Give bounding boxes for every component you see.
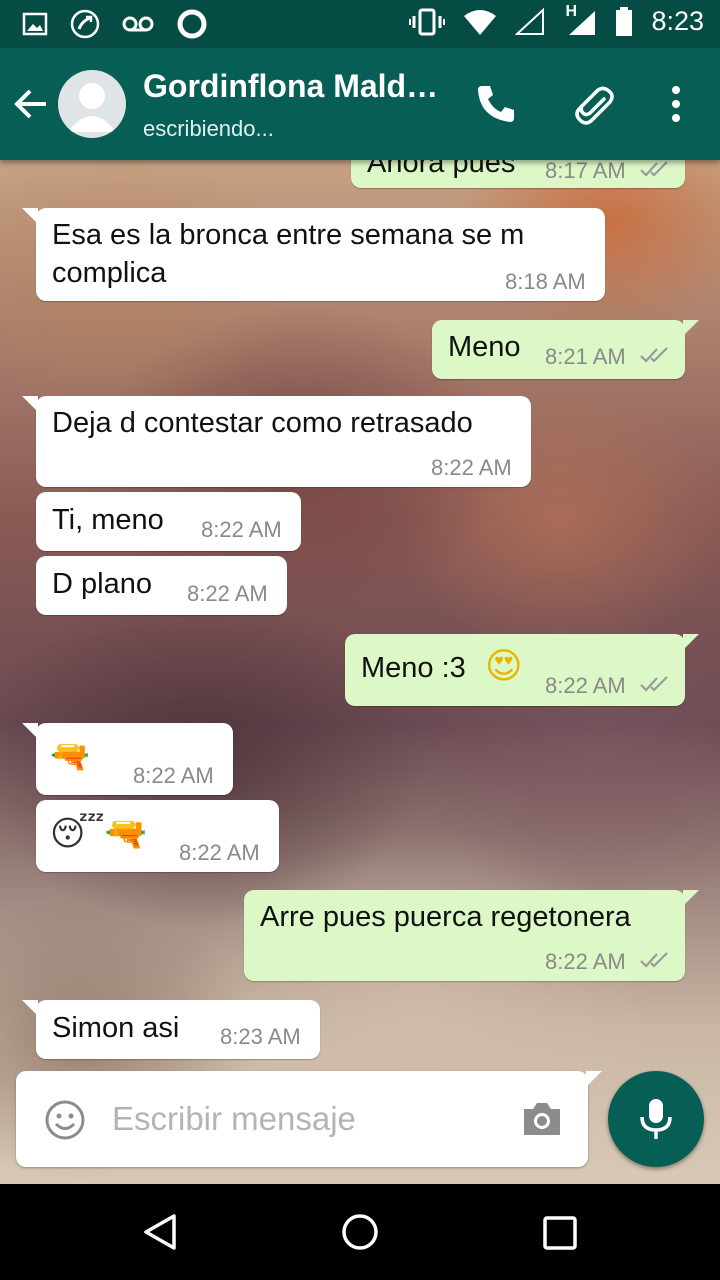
smiley-icon: [45, 1100, 85, 1140]
battery-icon: [616, 6, 633, 36]
message-incoming[interactable]: Ti, meno 8:22 AM: [36, 492, 301, 551]
double-check-icon: [640, 676, 668, 692]
sleeping-pistol-emoji: 😴🔫: [50, 814, 147, 854]
message-outgoing[interactable]: Arre pues puerca regetonera 8:22 AM: [244, 890, 699, 981]
attach-button[interactable]: [568, 80, 616, 128]
square-recents-icon: [543, 1216, 577, 1250]
double-check-icon: [640, 347, 668, 363]
camera-icon: [524, 1103, 560, 1135]
nav-recents-button[interactable]: [541, 1214, 579, 1252]
double-check-icon: [640, 952, 668, 968]
message-time: 8:22 AM: [133, 763, 214, 788]
hspa-signal: H: [563, 3, 597, 37]
more-vertical-icon: [672, 86, 680, 122]
message-incoming[interactable]: D plano 8:22 AM: [36, 556, 287, 615]
paperclip-icon: [575, 86, 614, 125]
bubble-tail: [22, 723, 38, 739]
message-text: Simon asi: [52, 1012, 180, 1044]
phone-icon: [478, 86, 514, 122]
ring-icon: [177, 9, 207, 39]
voice-record-button[interactable]: [608, 1071, 704, 1167]
arrow-left-icon: [14, 89, 46, 119]
chat-header: Gordinflona Mald… escribiendo...: [0, 48, 720, 160]
message-time: 8:22 AM: [545, 673, 626, 698]
triangle-back-icon: [144, 1214, 176, 1250]
message-time: 8:22 AM: [201, 517, 282, 542]
message-incoming[interactable]: Esa es la bronca entre semana se m compl…: [22, 208, 605, 301]
heart-eyes-emoji: 😍: [485, 646, 523, 687]
signal-outline-icon: [515, 7, 545, 35]
emoji-button[interactable]: [44, 1099, 86, 1141]
contact-status: escribiendo...: [143, 116, 274, 141]
message-list[interactable]: Ahora pues 8:17 AM Esa es la bronca entr…: [0, 160, 720, 1184]
nav-back-button[interactable]: [140, 1212, 180, 1252]
message-time: 8:21 AM: [545, 344, 626, 369]
message-incoming[interactable]: Simon asi 8:23 AM: [22, 1000, 320, 1059]
message-text: Meno: [448, 331, 521, 363]
circle-home-icon: [342, 1214, 378, 1250]
message-text: complica: [52, 257, 167, 289]
message-text: Esa es la bronca entre semana se m: [52, 219, 525, 251]
status-bar: H 8:23: [0, 0, 720, 48]
missed-call-icon: [70, 9, 100, 39]
bubble-tail: [683, 634, 699, 650]
gallery-icon: [22, 12, 48, 36]
message-incoming[interactable]: 🔫 8:22 AM: [22, 723, 233, 795]
camera-button[interactable]: [520, 1099, 564, 1139]
message-input[interactable]: [112, 1097, 492, 1141]
message-time: 8:18 AM: [505, 269, 586, 294]
message-incoming[interactable]: Deja d contestar como retrasado 8:22 AM: [22, 396, 531, 487]
back-button[interactable]: [12, 84, 52, 124]
message-text: Ti, meno: [52, 504, 164, 536]
signal-icon: [569, 10, 596, 35]
default-avatar-icon: [68, 83, 116, 132]
message-outgoing[interactable]: Meno 8:21 AM: [432, 320, 699, 379]
contact-avatar[interactable]: [58, 70, 126, 138]
status-time: 8:23: [651, 6, 704, 36]
overflow-menu-button[interactable]: [660, 82, 692, 126]
message-incoming[interactable]: 😴🔫 8:22 AM: [36, 800, 279, 872]
bubble-tail: [22, 1000, 38, 1016]
bubble-tail: [683, 320, 699, 336]
voicemail-icon: [122, 16, 154, 32]
system-navigation-bar: [0, 1184, 720, 1280]
message-outgoing[interactable]: Meno :3 😍 8:22 AM: [345, 634, 699, 706]
voice-call-button[interactable]: [474, 82, 518, 126]
message-text: Arre pues puerca regetonera: [260, 901, 631, 933]
message-time: 8:23 AM: [220, 1024, 301, 1049]
composer-tail: [586, 1071, 602, 1087]
message-text: Meno :3: [361, 652, 466, 684]
double-check-icon: [640, 161, 668, 177]
message-time: 8:17 AM: [545, 160, 626, 183]
message-time: 8:22 AM: [179, 840, 260, 865]
message-text: Deja d contestar como retrasado: [52, 407, 473, 439]
message-composer: [16, 1071, 602, 1167]
vibrate-icon: [409, 8, 446, 35]
pistol-emoji: 🔫: [50, 737, 90, 775]
message-text: Ahora pues: [367, 160, 516, 179]
microphone-icon: [640, 1099, 672, 1139]
message-time: 8:22 AM: [187, 581, 268, 606]
bubble-tail: [22, 208, 38, 224]
nav-home-button[interactable]: [340, 1212, 380, 1252]
message-text: D plano: [52, 568, 152, 600]
message-outgoing[interactable]: Ahora pues 8:17 AM: [351, 160, 685, 188]
wifi-icon: [464, 9, 497, 35]
bubble-tail: [683, 890, 699, 906]
message-time: 8:22 AM: [545, 949, 626, 974]
contact-name[interactable]: Gordinflona Mald…: [143, 68, 438, 105]
bubble-tail: [22, 396, 38, 412]
message-time: 8:22 AM: [431, 455, 512, 480]
